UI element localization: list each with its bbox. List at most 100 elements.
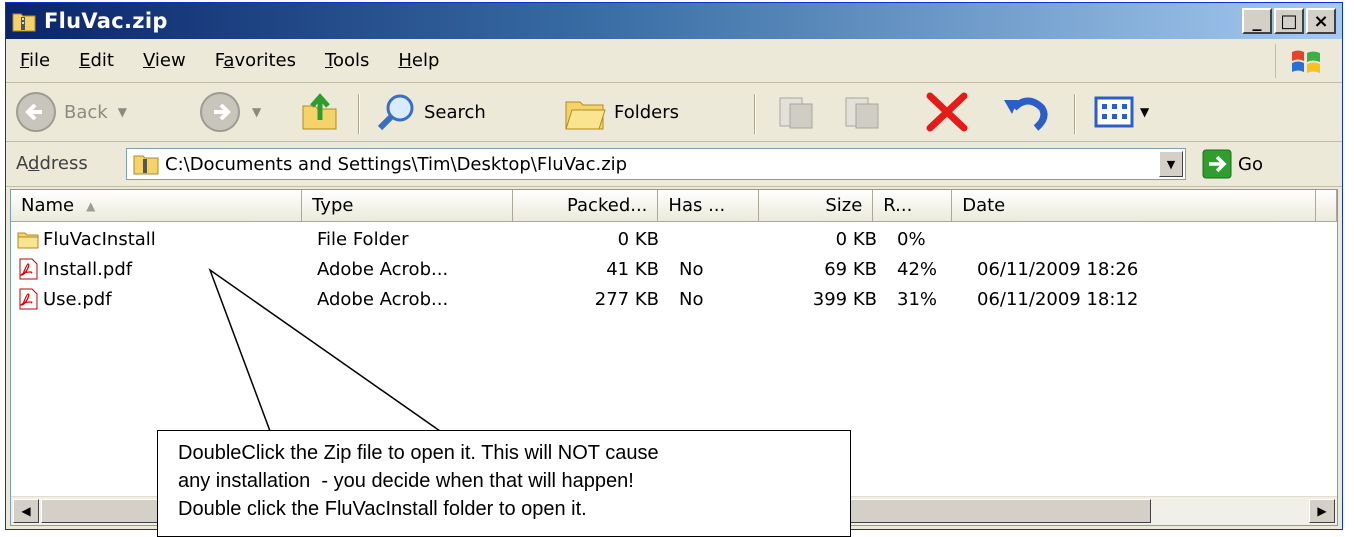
menu-label-accel: E bbox=[79, 50, 91, 71]
go-button[interactable]: Go bbox=[1202, 149, 1263, 179]
window-title: FluVac.zip bbox=[44, 9, 168, 33]
arrow-right-icon: ▶ bbox=[1317, 504, 1327, 518]
minimize-button[interactable]: _ bbox=[1242, 8, 1272, 34]
scroll-left-button[interactable]: ◀ bbox=[13, 499, 39, 523]
search-button[interactable]: Search bbox=[376, 90, 486, 134]
toolbar-separator bbox=[1074, 94, 1076, 134]
maximize-button[interactable]: □ bbox=[1274, 8, 1304, 34]
move-to-icon bbox=[779, 97, 813, 129]
forward-dropdown-icon[interactable]: ▼ bbox=[252, 105, 261, 119]
close-icon: × bbox=[1313, 10, 1329, 32]
folders-button[interactable]: Folders bbox=[564, 90, 679, 134]
cell-text: 06/11/2009 18:26 bbox=[977, 258, 1139, 280]
menu-label-post: ools bbox=[332, 50, 370, 71]
callout-line-2: any installation - you decide when that … bbox=[178, 470, 634, 492]
cell-name: Install.pdf bbox=[11, 254, 307, 284]
column-header[interactable]: Packed... bbox=[512, 190, 659, 222]
cell-text: 277 KB bbox=[594, 288, 659, 310]
up-folder-icon bbox=[302, 93, 337, 130]
views-button[interactable]: ▼ bbox=[1092, 90, 1149, 134]
file-row[interactable]: FluVacInstall File Folder 0 KB 0 KB 0% bbox=[11, 224, 1337, 254]
cell-text: 0% bbox=[897, 228, 926, 250]
cell-type: Adobe Acrob... bbox=[307, 284, 521, 314]
copy-to-icon bbox=[845, 97, 879, 129]
menu-file[interactable]: File bbox=[6, 50, 65, 71]
address-dropdown-button[interactable]: ▼ bbox=[1159, 151, 1183, 177]
column-header[interactable]: Type bbox=[302, 190, 513, 222]
cell-ratio: 42% bbox=[887, 254, 967, 284]
cell-text: Adobe Acrob... bbox=[317, 288, 449, 310]
back-dropdown-icon[interactable]: ▼ bbox=[118, 105, 127, 119]
go-arrow-icon bbox=[1202, 149, 1232, 179]
toolbar-separator bbox=[754, 94, 756, 134]
menu-edit[interactable]: Edit bbox=[65, 50, 129, 71]
cell-packed: 41 KB bbox=[521, 254, 669, 284]
cell-ratio: 31% bbox=[887, 284, 967, 314]
address-input[interactable]: C:\Documents and Settings\Tim\Desktop\Fl… bbox=[126, 148, 1186, 180]
scroll-right-button[interactable]: ▶ bbox=[1309, 499, 1335, 523]
delete-button[interactable] bbox=[922, 90, 972, 134]
column-header-label: Name bbox=[21, 195, 75, 216]
forward-button[interactable]: ▼ bbox=[198, 90, 261, 134]
cell-date: 06/11/2009 18:12 bbox=[967, 284, 1337, 314]
cell-text: Use.pdf bbox=[43, 288, 112, 310]
back-label: Back bbox=[64, 101, 108, 123]
back-button[interactable]: Back ▼ bbox=[14, 90, 127, 134]
address-path: C:\Documents and Settings\Tim\Desktop\Fl… bbox=[165, 153, 628, 175]
file-row[interactable]: Use.pdf Adobe Acrob... 277 KB No 399 KB 31% 06… bbox=[11, 284, 1337, 314]
close-button[interactable]: × bbox=[1306, 8, 1336, 34]
cell-type: File Folder bbox=[307, 224, 521, 254]
undo-button[interactable] bbox=[1000, 90, 1050, 134]
menu-label-post: iew bbox=[154, 50, 186, 71]
column-header[interactable]: Date bbox=[952, 190, 1317, 222]
cell-text: 42% bbox=[897, 258, 938, 280]
views-dropdown-icon[interactable]: ▼ bbox=[1140, 105, 1149, 119]
cell-date bbox=[967, 224, 1337, 254]
cell-text: 41 KB bbox=[606, 258, 659, 280]
cell-has: No bbox=[669, 284, 771, 314]
menu-favorites[interactable]: Favorites bbox=[201, 50, 311, 71]
column-header[interactable]: Size bbox=[758, 190, 874, 222]
cell-name: FluVacInstall bbox=[11, 224, 307, 254]
address-label: Address bbox=[16, 153, 88, 174]
zip-folder-icon bbox=[133, 155, 159, 175]
cell-text: Adobe Acrob... bbox=[317, 258, 449, 280]
column-header-row: Name ▲ Type Packed... Has ... Size R... Date bbox=[11, 190, 1337, 222]
cell-ratio: 0% bbox=[887, 224, 967, 254]
callout-line-3: Double click the FluVacInstall folder to… bbox=[178, 498, 587, 520]
move-to-button[interactable] bbox=[774, 90, 818, 134]
go-label: Go bbox=[1238, 153, 1263, 175]
file-row[interactable]: Install.pdf Adobe Acrob... 41 KB No 69 KB 42%… bbox=[11, 254, 1337, 284]
copy-to-button[interactable] bbox=[840, 90, 884, 134]
column-header[interactable]: Has ... bbox=[658, 190, 759, 222]
column-header[interactable]: Name ▲ bbox=[11, 190, 303, 222]
up-folder-button[interactable] bbox=[300, 90, 340, 134]
column-header[interactable]: R... bbox=[873, 190, 953, 222]
menu-view[interactable]: View bbox=[129, 50, 201, 71]
menu-label-post: ile bbox=[29, 50, 51, 71]
menu-label-accel: T bbox=[325, 50, 333, 71]
address-bar: Address C:\Documents and Settings\Tim\De… bbox=[6, 143, 1342, 187]
minimize-icon: _ bbox=[1252, 10, 1262, 32]
column-header-label: Packed... bbox=[566, 195, 648, 216]
cell-size: 0 KB bbox=[771, 224, 887, 254]
cell-name: Use.pdf bbox=[11, 284, 307, 314]
menu-label-accel: F bbox=[20, 50, 30, 71]
cell-size: 399 KB bbox=[771, 284, 887, 314]
cell-text: FluVacInstall bbox=[43, 228, 156, 250]
title-bar[interactable]: FluVac.zip _ □ × bbox=[6, 3, 1342, 39]
chevron-down-icon: ▼ bbox=[1166, 157, 1176, 171]
menu-label-post: dit bbox=[90, 50, 114, 71]
menu-label-accel: a bbox=[223, 50, 235, 71]
cell-text: 399 KB bbox=[812, 288, 877, 310]
menu-help[interactable]: Help bbox=[384, 50, 454, 71]
cell-has bbox=[669, 224, 771, 254]
address-label-post: dress bbox=[39, 153, 88, 174]
cell-packed: 277 KB bbox=[521, 284, 669, 314]
zip-folder-icon bbox=[12, 13, 36, 32]
toolbar-separator bbox=[358, 94, 360, 134]
arrow-left-icon: ◀ bbox=[21, 504, 31, 518]
folder-icon bbox=[17, 228, 39, 250]
menu-tools[interactable]: Tools bbox=[311, 50, 384, 71]
cell-has: No bbox=[669, 254, 771, 284]
